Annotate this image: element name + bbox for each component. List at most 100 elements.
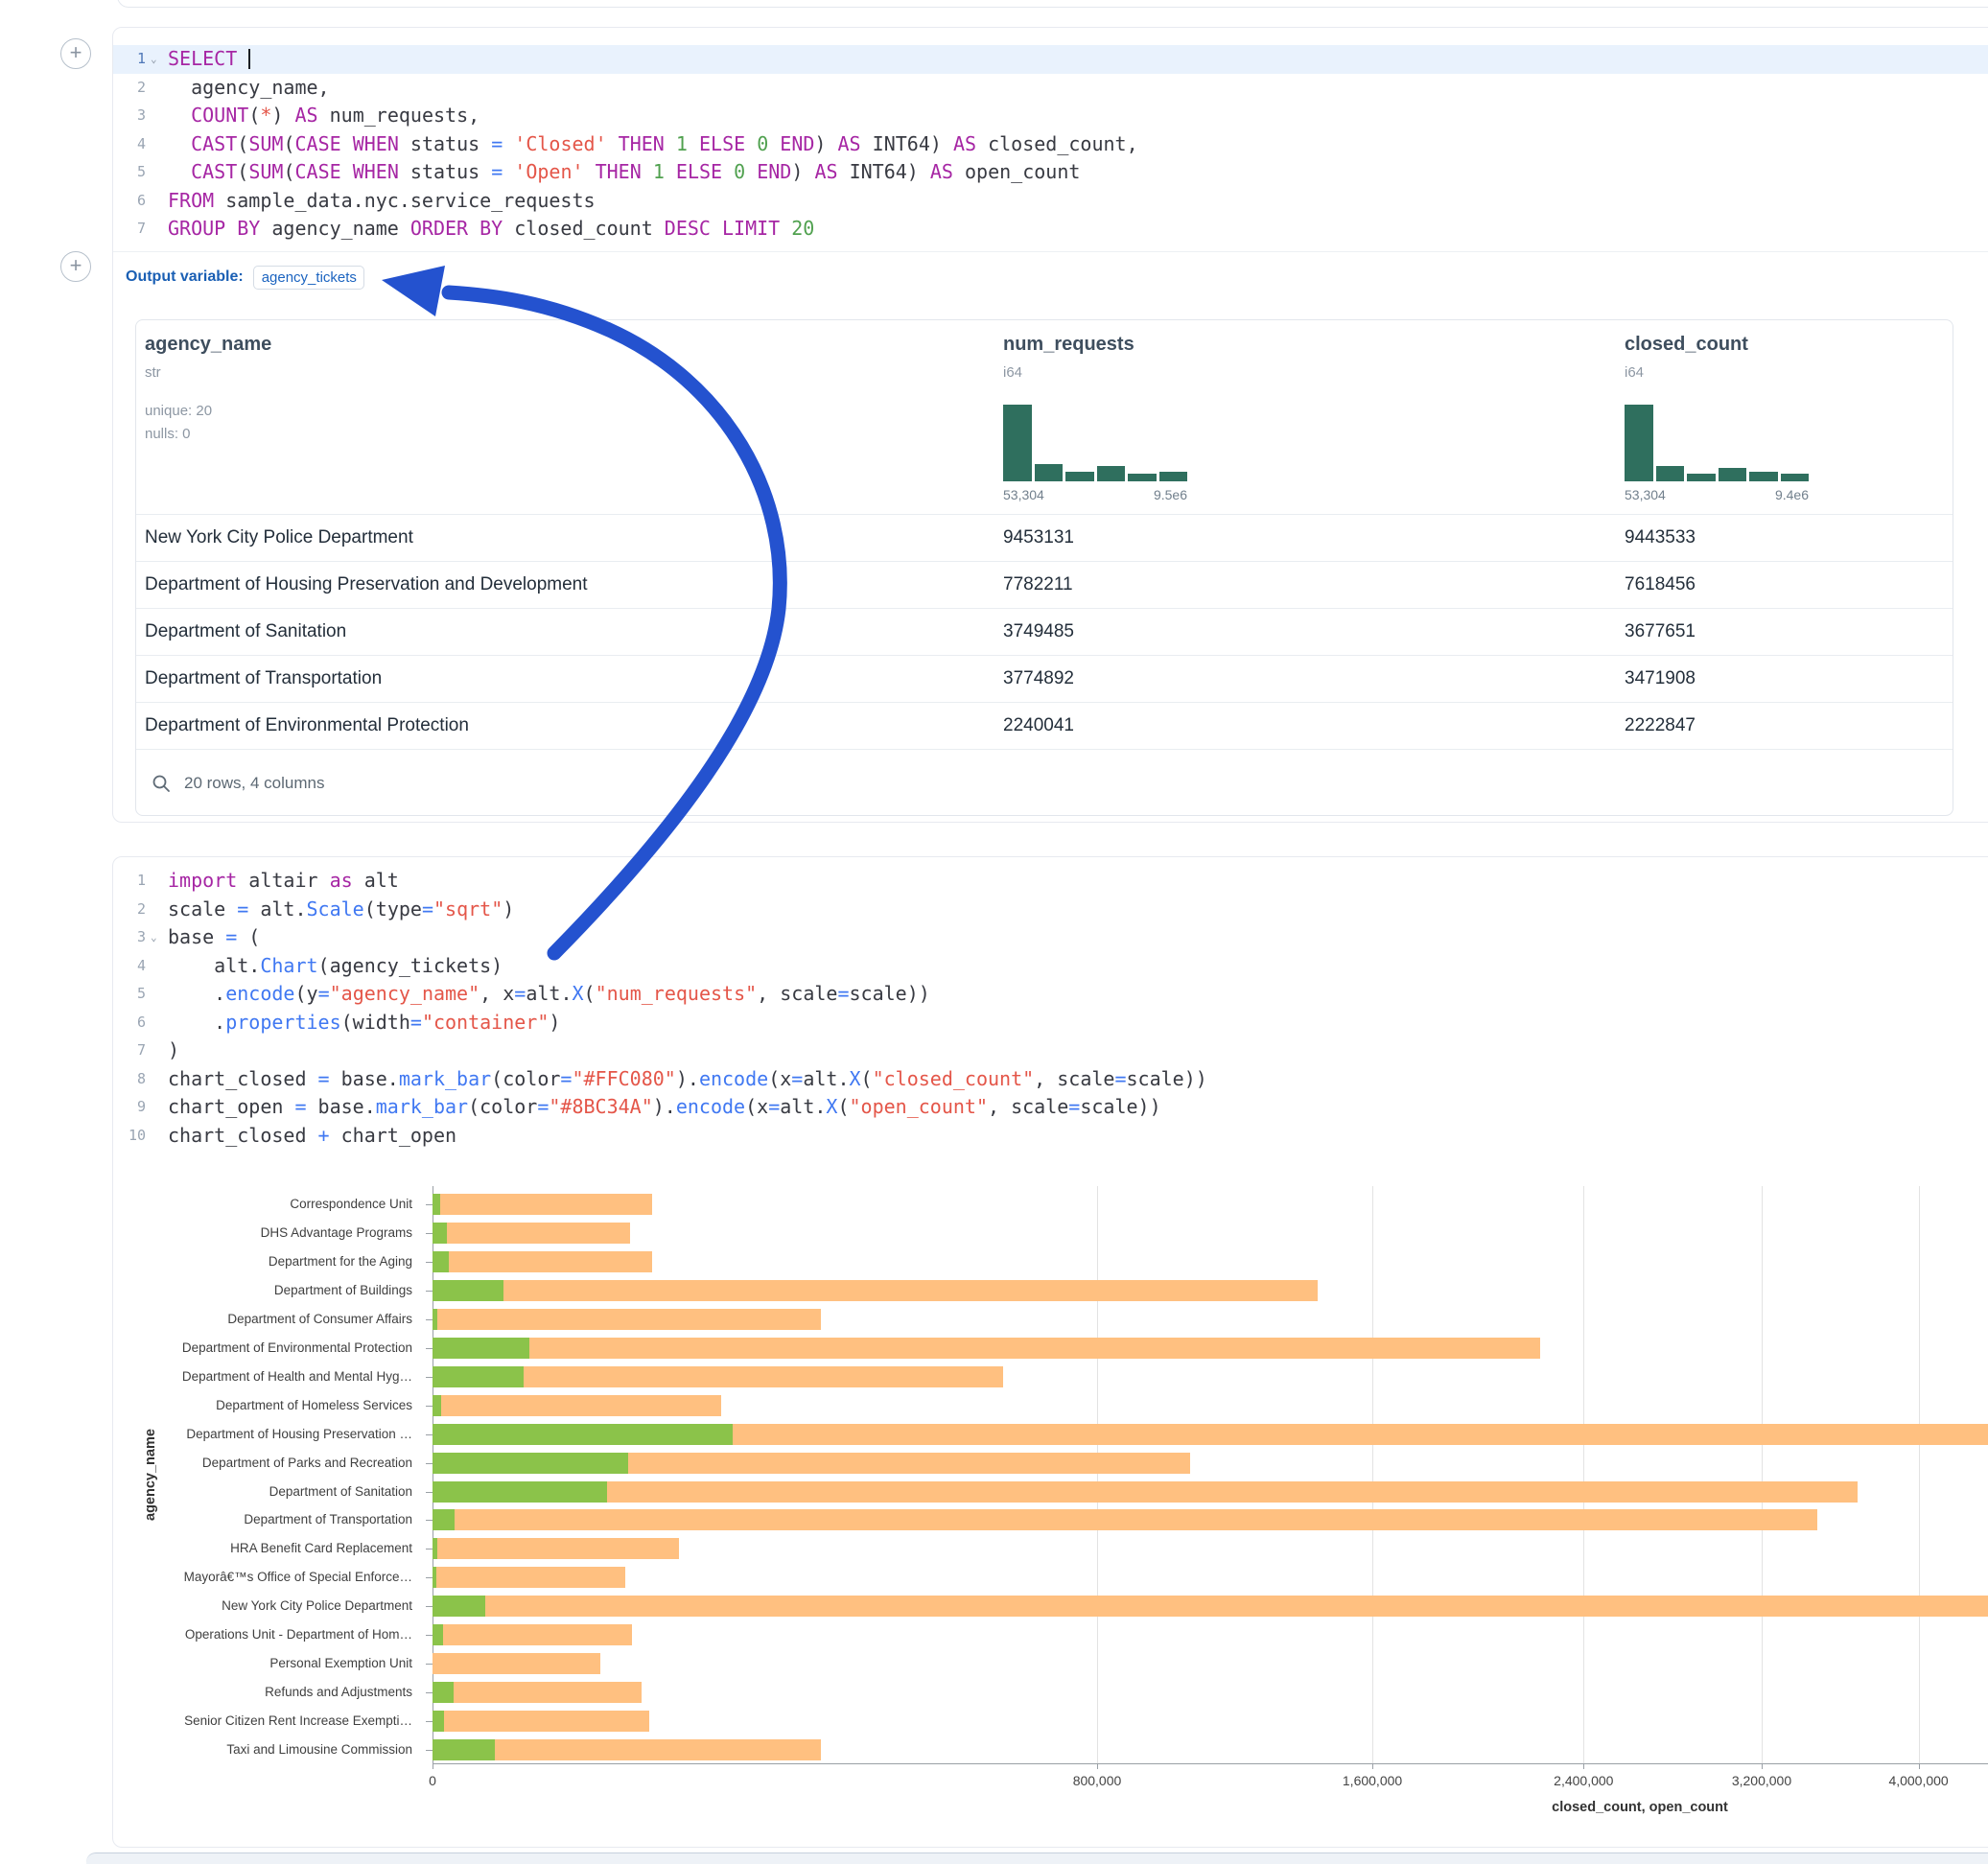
- code-token: FROM: [168, 189, 214, 212]
- sql-editor[interactable]: 1⌄SELECT 2 agency_name,3 COUNT(*) AS num…: [113, 28, 1988, 252]
- code-line: 6 .properties(width="container"): [113, 1009, 1988, 1037]
- histogram-bar: [1159, 472, 1188, 481]
- search-icon[interactable]: [152, 774, 171, 793]
- bar-closed-count: [433, 1395, 721, 1416]
- output-variable-chip[interactable]: agency_tickets: [253, 266, 364, 290]
- code-token: AS: [838, 132, 861, 155]
- bar-closed-count: [433, 1251, 652, 1272]
- table-cell: Department of Environmental Protection: [145, 703, 469, 749]
- code-token: ).: [653, 1095, 676, 1118]
- code-token: "agency_name": [330, 982, 480, 1005]
- bar-open-count: [433, 1424, 733, 1445]
- code-text: ): [168, 1037, 179, 1065]
- code-token: (agency_tickets): [318, 954, 503, 977]
- bar-open-count: [433, 1567, 436, 1588]
- code-token: (: [861, 1067, 873, 1090]
- code-token: ELSE: [676, 160, 722, 183]
- y-category-label: New York City Police Department: [113, 1597, 412, 1615]
- code-line: 3⌄base = (: [113, 923, 1988, 952]
- python-cell: 1import altair as alt2scale = alt.Scale(…: [112, 856, 1988, 1848]
- bar-open-count: [433, 1596, 485, 1617]
- code-token: (y: [294, 982, 317, 1005]
- code-token: INT64): [861, 132, 953, 155]
- column-name: num_requests: [1003, 334, 1134, 356]
- code-token: chart_open: [168, 1095, 294, 1118]
- code-token: [503, 160, 514, 183]
- collapse-chevron-icon[interactable]: ⌄: [151, 45, 157, 74]
- code-token: "sqrt": [433, 897, 503, 920]
- table-cell: 9443533: [1625, 515, 1696, 561]
- table-cell: 2222847: [1625, 703, 1696, 749]
- table-footer: 20 rows, 4 columns: [136, 749, 1953, 816]
- x-tick: [1372, 1763, 1373, 1769]
- code-token: X: [850, 1067, 861, 1090]
- code-token: [341, 132, 353, 155]
- result-table: agency_name str unique: 20 nulls: 0 num_…: [135, 319, 1953, 816]
- code-line: 5 .encode(y="agency_name", x=alt.X("num_…: [113, 980, 1988, 1009]
- table-cell: 9453131: [1003, 515, 1074, 561]
- x-tick-label: 800,000: [1030, 1773, 1164, 1788]
- histogram-bar: [1687, 474, 1716, 481]
- y-category-label: Department of Housing Preservation …: [113, 1426, 412, 1443]
- code-line: 9chart_open = base.mark_bar(color="#8BC3…: [113, 1093, 1988, 1122]
- gridline: [1762, 1186, 1763, 1763]
- code-token: [780, 217, 791, 240]
- code-token: [503, 132, 514, 155]
- code-token: 1: [653, 160, 665, 183]
- table-row: Department of Sanitation37494853677651: [136, 608, 1953, 655]
- line-number: 1: [113, 45, 146, 74]
- code-token: =: [422, 897, 433, 920]
- python-editor[interactable]: 1import altair as alt2scale = alt.Scale(…: [113, 857, 1988, 1153]
- code-token: "open_count": [850, 1095, 989, 1118]
- add-cell-button-middle[interactable]: +: [60, 251, 91, 282]
- bar-open-count: [433, 1309, 437, 1330]
- code-text: COUNT(*) AS num_requests,: [168, 102, 479, 130]
- code-token: ): [549, 1011, 560, 1034]
- code-text: alt.Chart(agency_tickets): [168, 952, 503, 981]
- code-text: chart_closed + chart_open: [168, 1122, 456, 1151]
- code-token: X: [573, 982, 584, 1005]
- y-tick: [426, 1377, 433, 1378]
- histogram-bar: [1749, 472, 1778, 481]
- code-token: status: [399, 132, 491, 155]
- code-token: encode: [676, 1095, 745, 1118]
- add-cell-button-top[interactable]: +: [60, 38, 91, 69]
- code-token: (: [837, 1095, 849, 1118]
- code-text: GROUP BY agency_name ORDER BY closed_cou…: [168, 215, 814, 244]
- table-row: Department of Housing Preservation and D…: [136, 561, 1953, 608]
- code-token: agency_name,: [168, 76, 330, 99]
- y-category-label: Department of Transportation: [113, 1511, 412, 1528]
- previous-cell-border: [117, 0, 1988, 8]
- table-row: New York City Police Department945313194…: [136, 514, 1953, 561]
- code-token: (: [248, 104, 260, 127]
- table-cell: 3749485: [1003, 609, 1074, 655]
- code-token: GROUP BY: [168, 217, 260, 240]
- bar-closed-count: [433, 1223, 630, 1244]
- code-token: =: [537, 1095, 549, 1118]
- y-category-label: Department of Homeless Services: [113, 1397, 412, 1414]
- code-token: INT64): [838, 160, 930, 183]
- bar-closed-count: [433, 1596, 1988, 1617]
- code-token: num_requests,: [318, 104, 480, 127]
- code-token: 0: [757, 132, 768, 155]
- table-cell: 3471908: [1625, 656, 1696, 702]
- code-token: DESC: [665, 217, 711, 240]
- code-token: import: [168, 869, 237, 892]
- y-category-label: HRA Benefit Card Replacement: [113, 1540, 412, 1557]
- code-token: (: [237, 160, 248, 183]
- code-token: (x: [745, 1095, 768, 1118]
- code-token: [688, 132, 699, 155]
- column-name: agency_name: [145, 334, 271, 356]
- code-token: base.: [330, 1067, 399, 1090]
- collapse-chevron-icon[interactable]: ⌄: [151, 923, 157, 952]
- code-token: , scale: [1034, 1067, 1114, 1090]
- code-token: CASE: [294, 160, 340, 183]
- code-token: closed_count: [503, 217, 665, 240]
- bar-closed-count: [433, 1567, 625, 1588]
- column-histogram: [1003, 405, 1187, 481]
- code-token: =: [560, 1067, 572, 1090]
- code-line: 6FROM sample_data.nyc.service_requests: [113, 187, 1988, 216]
- bar-closed-count: [433, 1280, 1318, 1301]
- code-text: scale = alt.Scale(type="sqrt"): [168, 896, 514, 924]
- y-tick: [426, 1692, 433, 1693]
